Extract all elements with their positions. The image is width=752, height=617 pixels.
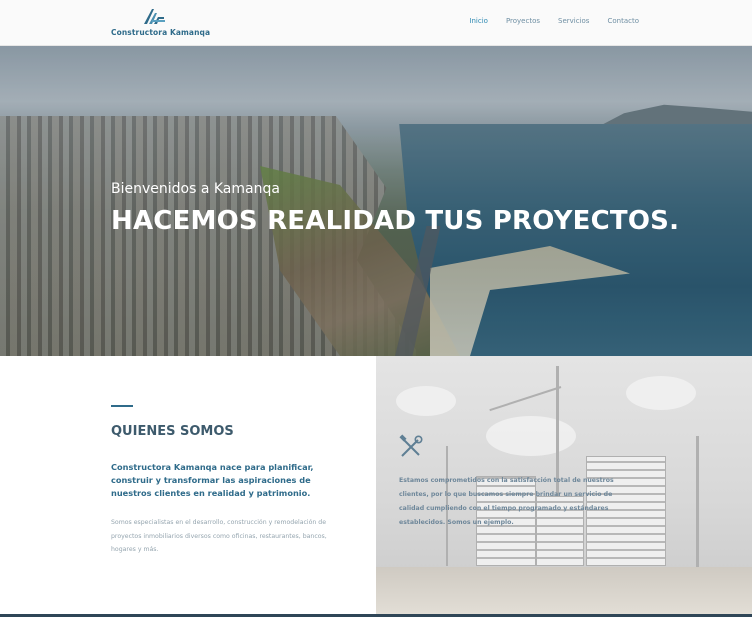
cloud: [396, 386, 456, 416]
about-lead: Constructora Kamanqa nace para planifica…: [111, 462, 314, 498]
logo[interactable]: Constructora Kamanqa: [111, 7, 210, 39]
tools-icon: [399, 434, 423, 457]
hero-banner: Bienvenidos a Kamanqa HACEMOS REALIDAD T…: [0, 46, 752, 356]
about-section: QUIENES SOMOS Constructora Kamanqa nace …: [0, 356, 376, 615]
site-header: Constructora Kamanqa Inicio Proyectos Se…: [0, 0, 752, 46]
commitment-text: Estamos comprometidos con la satisfacció…: [399, 477, 614, 526]
main-nav: Inicio Proyectos Servicios Contacto: [451, 17, 639, 25]
cloud: [486, 416, 576, 456]
about-heading: QUIENES SOMOS: [111, 424, 234, 439]
nav-item-contacto[interactable]: Contacto: [607, 17, 639, 25]
nav-item-servicios[interactable]: Servicios: [558, 17, 589, 25]
cloud: [626, 376, 696, 410]
building-triangle-logo-icon: [144, 9, 165, 24]
about-body: Somos especialistas en el desarrollo, co…: [111, 519, 327, 553]
crane: [696, 436, 699, 576]
commitment-panel: Estamos comprometidos con la satisfacció…: [376, 356, 752, 615]
nav-item-inicio[interactable]: Inicio: [469, 17, 488, 25]
construction-ground: [376, 567, 752, 615]
nav-item-proyectos[interactable]: Proyectos: [506, 17, 540, 25]
hero-subtitle: Bienvenidos a Kamanqa: [111, 181, 280, 197]
hero-overlay: [0, 46, 752, 356]
hero-title: HACEMOS REALIDAD TUS PROYECTOS.: [111, 206, 680, 236]
logo-text: Constructora Kamanqa: [111, 28, 211, 37]
section-divider: [111, 405, 133, 407]
crane-arm: [489, 386, 562, 412]
